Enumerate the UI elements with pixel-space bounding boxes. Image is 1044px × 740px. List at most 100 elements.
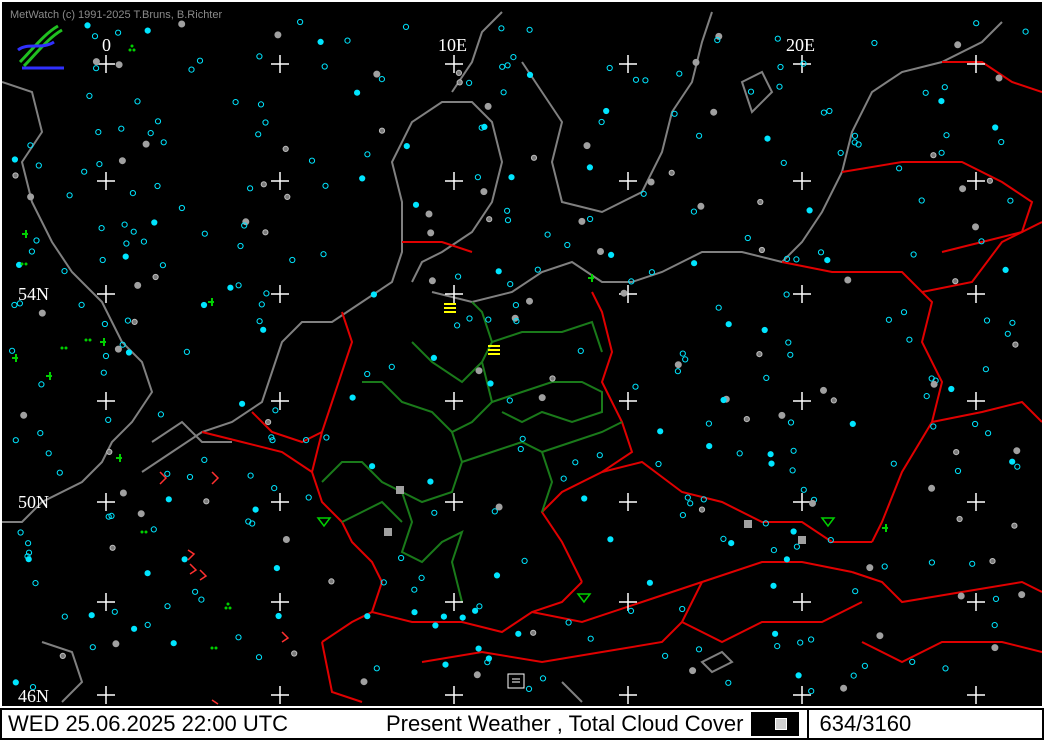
state-border-9 <box>541 421 623 453</box>
cloud-cover-symbol-icon <box>255 131 262 138</box>
cloud-cover-symbol-icon <box>33 237 40 244</box>
cloud-cover-symbol-icon <box>192 588 199 595</box>
cloud-cover-symbol-icon <box>696 132 703 139</box>
cloud-cover-symbol-icon <box>587 635 594 642</box>
grid-cross-icon <box>619 686 637 704</box>
cloud-cover-symbol-icon <box>37 430 44 437</box>
grid-cross-icon <box>445 285 463 303</box>
coastline-adriatic <box>561 650 734 703</box>
coastline-gotland <box>740 70 774 114</box>
cloud-cover-symbol-icon <box>170 640 177 647</box>
grid-cross-icon <box>793 686 811 704</box>
cloud-cover-symbol-icon <box>790 528 797 535</box>
cloud-cover-symbol-icon <box>134 98 141 105</box>
cloud-cover-symbol-icon <box>1012 341 1019 348</box>
cloud-cover-symbol-icon <box>109 544 116 551</box>
cloud-cover-symbol-icon <box>720 396 727 404</box>
cloud-cover-symbol-icon <box>521 557 528 565</box>
cloud-cover-symbol-icon <box>115 29 122 36</box>
cloud-cover-symbol-icon <box>698 506 706 513</box>
cloud-cover-symbol-icon <box>93 65 100 72</box>
cloud-cover-symbol-icon <box>938 149 945 156</box>
cloud-cover-symbol-icon <box>35 162 42 169</box>
cloud-cover-symbol-icon <box>56 469 63 476</box>
cloud-cover-symbol-icon <box>777 63 784 71</box>
cloud-cover-symbol-icon <box>183 348 190 355</box>
grid-cross-icon <box>967 392 985 410</box>
cloud-cover-symbol-icon <box>454 322 461 329</box>
cloud-cover-symbol-icon <box>160 139 167 146</box>
cloud-cover-symbol-icon <box>129 190 136 197</box>
cloud-cover-symbol-icon <box>102 352 110 360</box>
cloud-cover-symbol-icon <box>952 278 959 285</box>
cloud-cover-symbol-icon <box>455 69 462 77</box>
cloud-cover-symbol-icon <box>142 140 150 148</box>
cloud-cover-symbol-icon <box>235 634 242 641</box>
grid-cross-icon <box>619 493 637 511</box>
latitude-label-54n: 54N <box>18 284 49 304</box>
map-area[interactable]: MetWatch (c) 1991-2025 T.Bruns, B.Richte… <box>0 0 1044 708</box>
cloud-cover-symbol-icon <box>956 515 963 523</box>
cloud-cover-symbol-icon <box>692 58 700 66</box>
border-baltics <box>942 61 1042 93</box>
cloud-cover-symbol-icon <box>475 645 482 652</box>
cloud-cover-symbol-icon <box>105 416 112 423</box>
cloud-cover-symbol-icon <box>679 350 686 357</box>
cloud-cover-symbol-icon <box>538 394 546 402</box>
state-border-2 <box>491 320 603 353</box>
cloud-cover-symbol-icon <box>710 108 718 116</box>
cloud-cover-symbol-icon <box>715 304 722 311</box>
status-product: Present Weather , Total Cloud Cover <box>386 711 744 736</box>
cloud-cover-symbol-icon <box>512 302 520 309</box>
grid-cross-icon <box>793 593 811 611</box>
cloud-cover-symbol-icon <box>526 26 533 33</box>
cloud-cover-symbol-icon <box>144 621 151 629</box>
border-denmark <box>402 241 473 253</box>
cloud-cover-symbol-icon <box>455 273 462 280</box>
grid-cross-icon <box>271 172 289 190</box>
grid-cross-icon <box>271 686 289 704</box>
cloud-cover-symbol-icon <box>27 193 35 201</box>
cloud-cover-symbol-icon <box>12 172 19 179</box>
cloud-cover-symbol-icon <box>783 291 790 298</box>
cloud-cover-symbol-icon <box>123 240 130 247</box>
cloud-cover-symbol-icon <box>530 154 538 161</box>
cloud-cover-symbol-icon <box>596 452 603 459</box>
cloud-cover-symbol-icon <box>308 157 316 164</box>
border-east-2 <box>921 221 1042 293</box>
cloud-cover-symbol-icon <box>820 109 828 116</box>
cloud-cover-symbol-icon <box>272 407 279 414</box>
cloud-cover-symbol-icon <box>776 83 783 90</box>
cloud-cover-symbol-icon <box>147 130 154 137</box>
cloud-cover-symbol-icon <box>671 110 678 117</box>
cloud-cover-symbol-icon <box>586 164 594 171</box>
cloud-cover-symbol-icon <box>676 70 683 77</box>
cloud-cover-symbol-icon <box>581 495 588 502</box>
cloud-cover-symbol-icon <box>466 79 473 87</box>
cloud-cover-symbol-icon <box>598 118 605 126</box>
cloud-cover-symbol-icon <box>648 269 656 276</box>
cloud-cover-symbol-icon <box>793 543 801 550</box>
cloud-cover-symbol-icon <box>991 622 998 629</box>
cloud-cover-symbol-icon <box>757 198 764 206</box>
longitude-label-0: 0 <box>102 35 111 55</box>
state-border-8 <box>341 500 403 523</box>
cloud-cover-symbol-icon <box>789 467 796 474</box>
cloud-cover-symbol-icon <box>767 451 774 458</box>
cloud-cover-symbol-icon <box>808 688 815 695</box>
cloud-cover-symbol-icon <box>459 614 466 621</box>
cloud-cover-symbol-icon <box>549 375 556 382</box>
cloud-cover-symbol-icon <box>1018 591 1026 599</box>
cloud-cover-symbol-icon <box>504 207 511 214</box>
grid-cross-icon <box>271 285 289 303</box>
border-benelux <box>251 411 323 444</box>
cloud-cover-symbol-icon <box>499 63 506 70</box>
cloud-cover-symbol-icon <box>59 652 66 660</box>
cloud-cover-symbol-icon <box>871 39 878 47</box>
cloud-cover-symbol-icon <box>674 368 682 375</box>
cloud-cover-symbol-icon <box>317 38 324 46</box>
cloud-cover-symbol-icon <box>725 679 732 686</box>
cloud-cover-symbol-icon <box>106 448 113 455</box>
cloud-cover-symbol-icon <box>564 241 571 249</box>
cloud-cover-symbol-icon <box>232 99 239 106</box>
